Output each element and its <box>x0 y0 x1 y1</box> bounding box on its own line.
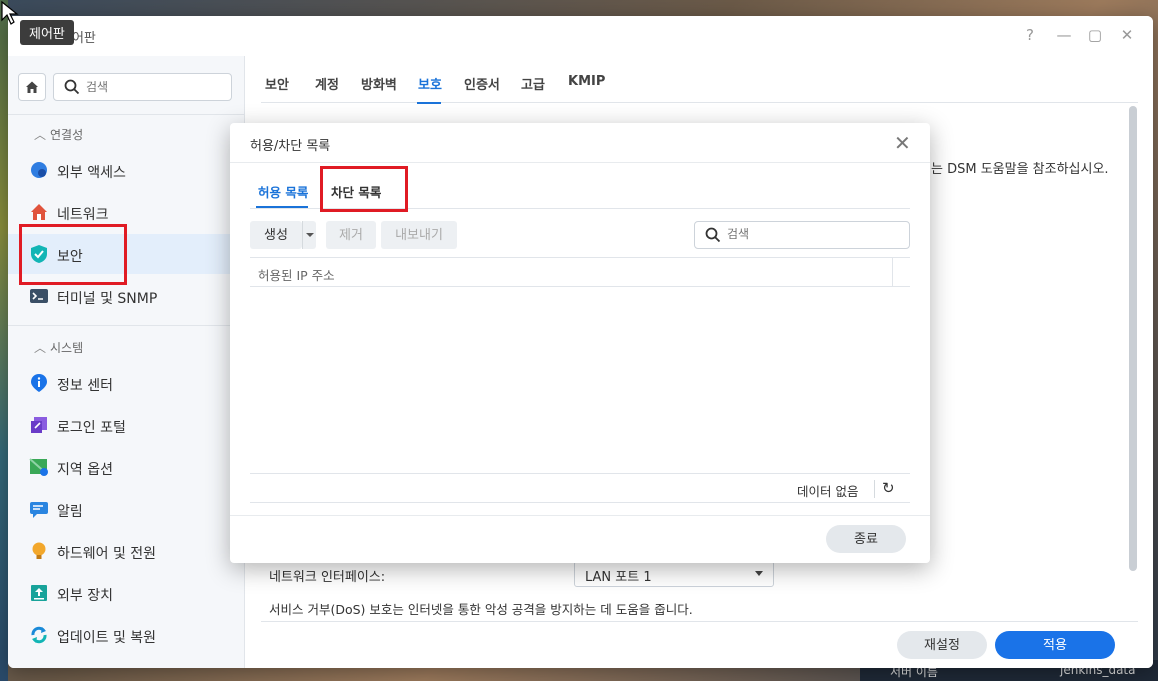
sidebar-item-login-portal[interactable]: 로그인 포털 <box>8 405 244 445</box>
section-header-connectivity[interactable]: ︿ 연결성 <box>34 126 83 143</box>
search-icon <box>705 227 721 243</box>
desktop-background <box>0 0 8 681</box>
upload-icon <box>31 585 47 601</box>
chat-icon <box>30 502 48 518</box>
footer-divider <box>261 621 1138 622</box>
help-text: 는 DSM 도움말을 참조하십시오. <box>931 162 1109 177</box>
home-button[interactable] <box>18 73 46 101</box>
bulb-icon <box>32 542 46 559</box>
highlight-box-block-list <box>320 166 408 212</box>
divider <box>230 515 930 516</box>
close-icon[interactable]: ✕ <box>1117 26 1137 44</box>
sidebar-item-update-restore[interactable]: 업데이트 및 복원 <box>8 615 244 655</box>
tab-advanced[interactable]: 고급 <box>521 74 545 93</box>
mouse-cursor-icon <box>1 0 19 25</box>
sidebar-item-hardware-power[interactable]: 하드웨어 및 전원 <box>8 531 244 571</box>
close-button[interactable]: 종료 <box>826 525 906 553</box>
maximize-icon[interactable]: ▢ <box>1085 26 1105 44</box>
refresh-icon <box>31 626 47 644</box>
dialog-search-input[interactable] <box>727 227 897 241</box>
tab-protection[interactable]: 보호 <box>418 74 442 93</box>
home-icon <box>26 81 38 93</box>
minimize-icon[interactable]: — <box>1054 26 1074 44</box>
chevron-up-icon: ︿ <box>34 341 47 355</box>
tab-kmip[interactable]: KMIP <box>568 74 605 89</box>
highlight-box-security <box>19 224 127 285</box>
sidebar-search[interactable] <box>53 73 232 101</box>
tab-certificate[interactable]: 인증서 <box>464 74 500 93</box>
tooltip: 제어판 <box>20 20 74 45</box>
sidebar-item-external-access[interactable]: 외부 액세스 <box>8 150 244 190</box>
sidebar-search-input[interactable] <box>86 78 226 96</box>
chevron-up-icon: ︿ <box>34 128 47 142</box>
terminal-icon <box>30 289 48 303</box>
globe-icon <box>31 162 47 178</box>
no-data-label: 데이터 없음 <box>797 484 859 499</box>
help-icon[interactable]: ? <box>1020 26 1040 44</box>
map-icon <box>29 458 48 476</box>
search-icon <box>64 79 80 95</box>
divider <box>8 325 245 326</box>
chevron-down-icon <box>755 571 763 576</box>
grid-footer: 데이터 없음 ↻ <box>250 473 910 503</box>
dialog-title: 허용/차단 목록 <box>250 139 331 154</box>
active-tab-indicator <box>256 206 308 208</box>
dos-description: 서비스 거부(DoS) 보호는 인터넷을 통한 악성 공격을 방지하는 데 도움… <box>269 602 693 617</box>
scrollbar[interactable] <box>1129 106 1137 571</box>
reset-button[interactable]: 재설정 <box>897 631 987 659</box>
divider <box>874 480 875 498</box>
tab-allow-list[interactable]: 허용 목록 <box>258 182 308 201</box>
create-button[interactable]: 생성 <box>250 221 302 249</box>
network-interface-select[interactable]: LAN 포트 1 <box>574 561 774 587</box>
apply-button[interactable]: 적용 <box>995 631 1115 659</box>
network-interface-label: 네트워크 인터페이스: <box>269 570 386 585</box>
tab-account[interactable]: 계정 <box>315 74 339 93</box>
sidebar-item-info-center[interactable]: 정보 센터 <box>8 363 244 403</box>
tab-security[interactable]: 보안 <box>265 74 289 93</box>
create-dropdown-chevron-icon[interactable] <box>302 221 316 249</box>
info-icon <box>31 374 47 392</box>
dialog-search[interactable] <box>694 221 910 249</box>
export-button[interactable]: 내보내기 <box>381 221 457 249</box>
grid-header: 허용된 IP 주소 <box>250 257 910 287</box>
column-header-allowed-ip[interactable]: 허용된 IP 주소 <box>258 265 335 284</box>
divider <box>8 114 245 115</box>
titlebar[interactable]: 제어판 ? — ▢ ✕ <box>8 16 1153 56</box>
column-separator[interactable] <box>892 258 893 286</box>
house-icon <box>31 204 47 220</box>
tab-firewall[interactable]: 방화벽 <box>361 74 397 93</box>
divider <box>230 162 930 163</box>
sidebar-item-external-devices[interactable]: 외부 장치 <box>8 573 244 613</box>
close-icon[interactable]: ✕ <box>894 131 911 155</box>
remove-button[interactable]: 제거 <box>326 221 376 249</box>
active-tab-indicator <box>417 102 441 104</box>
refresh-icon[interactable]: ↻ <box>882 479 895 497</box>
section-header-system[interactable]: ︿ 시스템 <box>34 339 83 356</box>
allow-block-list-dialog: 허용/차단 목록 ✕ 허용 목록 차단 목록 생성 제거 내보내기 허용된 IP… <box>230 123 930 563</box>
portal-icon <box>31 417 47 433</box>
sidebar-item-notifications[interactable]: 알림 <box>8 489 244 529</box>
sidebar: ︿연결성 외부 액세스 네트워크 보안 터미널 및 <box>8 56 245 668</box>
sidebar-item-regional-options[interactable]: 지역 옵션 <box>8 447 244 487</box>
tabs-divider <box>261 102 1138 103</box>
